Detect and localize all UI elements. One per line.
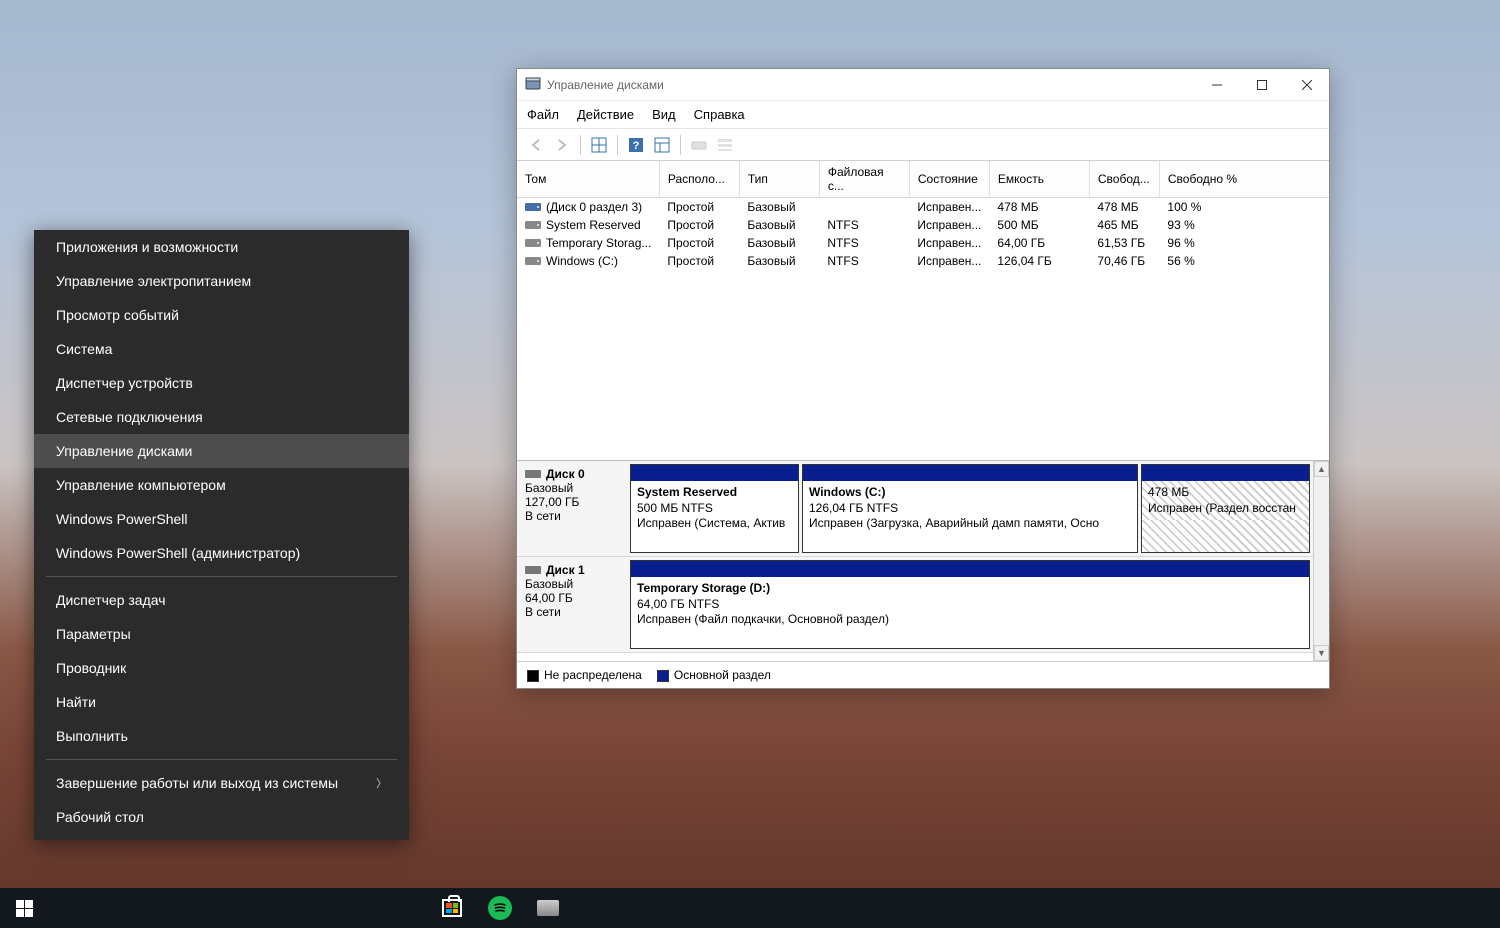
disk-row: Диск 1Базовый64,00 ГБВ сетиTemporary Sto… [517, 557, 1313, 653]
disk-graphical-view: Диск 0Базовый127,00 ГБВ сетиSystem Reser… [517, 460, 1329, 661]
winx-search[interactable]: Найти [34, 685, 409, 719]
back-button [525, 134, 547, 156]
winx-power[interactable]: Управление электропитанием [34, 264, 409, 298]
app-icon [525, 77, 541, 93]
vertical-scrollbar[interactable]: ▲ ▼ [1313, 461, 1329, 661]
winx-taskmgr[interactable]: Диспетчер задач [34, 583, 409, 617]
toolbar: ? [517, 129, 1329, 161]
col-status[interactable]: Состояние [909, 161, 989, 198]
legend-primary: Основной раздел [674, 668, 771, 682]
winx-psadm[interactable]: Windows PowerShell (администратор) [34, 536, 409, 570]
volume-row[interactable]: Temporary Storag...ПростойБазовыйNTFSИсп… [517, 234, 1329, 252]
windows-logo-icon [16, 900, 33, 917]
winx-events[interactable]: Просмотр событий [34, 298, 409, 332]
disk-info[interactable]: Диск 0Базовый127,00 ГБВ сети [517, 461, 627, 556]
scroll-up-button[interactable]: ▲ [1314, 461, 1329, 477]
winx-context-menu: Приложения и возможности Управление элек… [34, 230, 409, 840]
column-headers[interactable]: Том Располо... Тип Файловая с... Состоян… [517, 161, 1329, 198]
start-button[interactable] [0, 888, 48, 928]
chevron-right-icon: 〉 [376, 775, 387, 791]
close-button[interactable] [1284, 70, 1329, 100]
taskbar-spotify[interactable] [476, 888, 524, 928]
winx-network[interactable]: Сетевые подключения [34, 400, 409, 434]
winx-ps[interactable]: Windows PowerShell [34, 502, 409, 536]
toolbar-layout-icon[interactable] [651, 134, 673, 156]
legend-unallocated-swatch [527, 670, 539, 682]
col-free-pct[interactable]: Свободно % [1159, 161, 1329, 198]
titlebar[interactable]: Управление дисками [517, 69, 1329, 101]
winx-shutdown[interactable]: Завершение работы или выход из системы〉 [34, 766, 409, 800]
volume-list-blank[interactable] [517, 270, 1329, 460]
winx-explorer[interactable]: Проводник [34, 651, 409, 685]
col-volume[interactable]: Том [517, 161, 659, 198]
col-capacity[interactable]: Емкость [989, 161, 1089, 198]
menu-file[interactable]: Файл [527, 107, 559, 122]
winx-separator [46, 759, 397, 760]
winx-compmgmt[interactable]: Управление компьютером [34, 468, 409, 502]
partition-box[interactable]: Windows (C:)126,04 ГБ NTFSИсправен (Загр… [802, 464, 1138, 553]
toolbar-drive-icon [688, 134, 710, 156]
menu-view[interactable]: Вид [652, 107, 676, 122]
winx-apps[interactable]: Приложения и возможности [34, 230, 409, 264]
maximize-button[interactable] [1239, 70, 1284, 100]
winx-settings[interactable]: Параметры [34, 617, 409, 651]
help-icon[interactable]: ? [625, 134, 647, 156]
store-icon [442, 899, 462, 917]
partition-box[interactable]: Temporary Storage (D:)64,00 ГБ NTFSИспра… [630, 560, 1310, 649]
menu-action[interactable]: Действие [577, 107, 634, 122]
winx-devmgr[interactable]: Диспетчер устройств [34, 366, 409, 400]
winx-system[interactable]: Система [34, 332, 409, 366]
col-type[interactable]: Тип [739, 161, 819, 198]
svg-text:?: ? [633, 140, 640, 152]
partition-box[interactable]: 478 МБИсправен (Раздел восстан [1141, 464, 1310, 553]
disk-row: Диск 0Базовый127,00 ГБВ сетиSystem Reser… [517, 461, 1313, 557]
forward-button [551, 134, 573, 156]
partition-box[interactable]: System Reserved500 МБ NTFSИсправен (Сист… [630, 464, 799, 553]
col-free[interactable]: Свобод... [1089, 161, 1159, 198]
volume-row[interactable]: (Диск 0 раздел 3)ПростойБазовыйИсправен.… [517, 198, 1329, 217]
taskbar-diskmgmt[interactable] [524, 888, 572, 928]
winx-diskmgmt[interactable]: Управление дисками [34, 434, 409, 468]
col-layout[interactable]: Располо... [659, 161, 739, 198]
taskbar[interactable] [0, 888, 1500, 928]
legend: Не распределена Основной раздел [517, 661, 1329, 688]
disk-management-window: Управление дисками Файл Действие Вид Спр… [516, 68, 1330, 689]
menu-help[interactable]: Справка [694, 107, 745, 122]
disk-icon [537, 900, 559, 916]
volume-row[interactable]: System ReservedПростойБазовыйNTFSИсправе… [517, 216, 1329, 234]
winx-run[interactable]: Выполнить [34, 719, 409, 753]
disk-info[interactable]: Диск 1Базовый64,00 ГБВ сети [517, 557, 627, 652]
window-title: Управление дисками [547, 78, 664, 92]
minimize-button[interactable] [1194, 70, 1239, 100]
volume-list[interactable]: Том Располо... Тип Файловая с... Состоян… [517, 161, 1329, 270]
legend-unallocated: Не распределена [544, 668, 642, 682]
spotify-icon [488, 896, 512, 920]
winx-desktop[interactable]: Рабочий стол [34, 800, 409, 834]
toolbar-list-icon [714, 134, 736, 156]
toolbar-grid-icon[interactable] [588, 134, 610, 156]
menu-bar: Файл Действие Вид Справка [517, 101, 1329, 129]
winx-separator [46, 576, 397, 577]
col-fs[interactable]: Файловая с... [819, 161, 909, 198]
volume-row[interactable]: Windows (C:)ПростойБазовыйNTFSИсправен..… [517, 252, 1329, 270]
scroll-down-button[interactable]: ▼ [1314, 645, 1329, 661]
taskbar-store[interactable] [428, 888, 476, 928]
legend-primary-swatch [657, 670, 669, 682]
